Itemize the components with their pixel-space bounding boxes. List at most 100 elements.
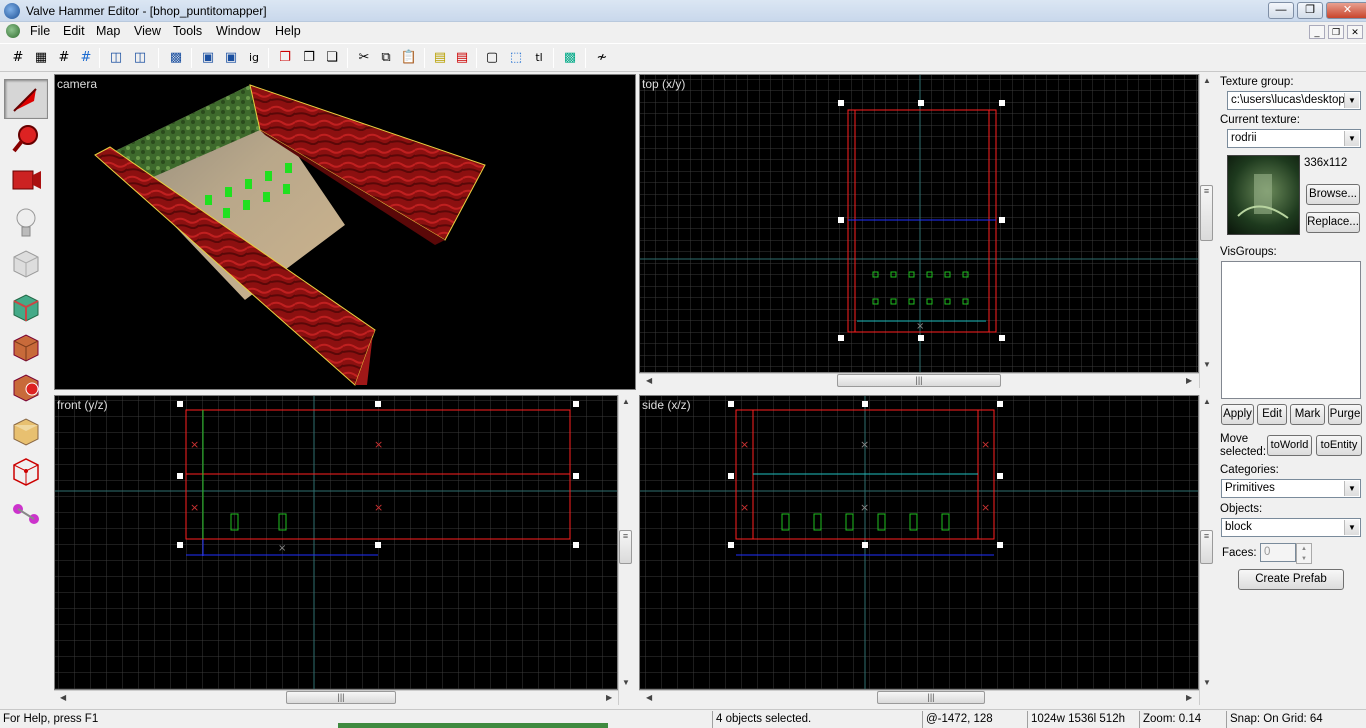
top-vscroll-thumb[interactable]: ≡ bbox=[1200, 185, 1213, 241]
block-tool[interactable] bbox=[4, 243, 48, 283]
text-tool-icon[interactable]: tl bbox=[529, 48, 549, 68]
run-map-icon[interactable]: ▩ bbox=[560, 48, 580, 68]
side-vscroll-thumb[interactable]: ≡ bbox=[1200, 530, 1213, 564]
selection-tool[interactable] bbox=[4, 79, 48, 119]
browse-button[interactable]: Browse... bbox=[1306, 184, 1360, 205]
svg-text:×: × bbox=[374, 501, 383, 514]
camera-viewport[interactable]: camera bbox=[54, 74, 636, 390]
to-world-button[interactable]: toWorld bbox=[1267, 435, 1312, 456]
document-icon[interactable] bbox=[6, 24, 20, 38]
texture-preview[interactable] bbox=[1227, 155, 1300, 235]
visgroups-list[interactable] bbox=[1221, 261, 1361, 399]
doc-close-button[interactable]: ✕ bbox=[1347, 25, 1363, 39]
texture-scale-lock-icon[interactable]: ▤ bbox=[452, 48, 472, 68]
visgroups-label: VisGroups: bbox=[1220, 246, 1277, 258]
decal-tool[interactable] bbox=[4, 367, 48, 407]
group-icon[interactable]: ◫ bbox=[106, 48, 126, 68]
scroll-up-arrow-icon[interactable]: ▲ bbox=[1203, 397, 1211, 406]
objects-select[interactable]: block ▼ bbox=[1221, 518, 1361, 537]
clip-icon bbox=[13, 458, 39, 486]
top-hscroll-thumb[interactable]: ||| bbox=[837, 374, 1001, 387]
mark-button[interactable]: Mark bbox=[1290, 404, 1325, 425]
scroll-up-arrow-icon[interactable]: ▲ bbox=[622, 397, 630, 406]
hide-selected-icon[interactable]: ▣ bbox=[198, 48, 218, 68]
menu-help[interactable]: Help bbox=[275, 24, 301, 38]
smaller-grid-icon[interactable]: # bbox=[54, 48, 74, 68]
larger-grid-icon[interactable]: # bbox=[76, 48, 96, 68]
clip-icon[interactable]: ❏ bbox=[322, 48, 342, 68]
grid-3d-icon[interactable]: ▦ bbox=[31, 48, 51, 68]
create-prefab-button[interactable]: Create Prefab bbox=[1238, 569, 1344, 590]
to-entity-button[interactable]: toEntity bbox=[1316, 435, 1362, 456]
replace-button[interactable]: Replace... bbox=[1306, 212, 1360, 233]
edit-button[interactable]: Edit bbox=[1257, 404, 1287, 425]
purge-button[interactable]: Purge bbox=[1328, 404, 1362, 425]
scroll-left-arrow-icon[interactable]: ◀ bbox=[646, 693, 652, 702]
faces-input[interactable]: 0 bbox=[1260, 543, 1296, 562]
categories-select[interactable]: Primitives ▼ bbox=[1221, 479, 1361, 498]
menu-tools[interactable]: Tools bbox=[173, 24, 202, 38]
menu-edit[interactable]: Edit bbox=[63, 24, 85, 38]
front-viewport[interactable]: × × × × × front (y/z) bbox=[54, 395, 618, 690]
top-viewport[interactable]: × top (x/y) bbox=[639, 74, 1199, 373]
scroll-right-arrow-icon[interactable]: ▶ bbox=[1186, 376, 1192, 385]
current-texture-value: rodrii bbox=[1231, 132, 1257, 144]
tie-to-entity-icon[interactable]: ▩ bbox=[166, 48, 186, 68]
menu-file[interactable]: File bbox=[30, 24, 50, 38]
decal-icon bbox=[13, 374, 39, 402]
side-hscroll-thumb[interactable]: ||| bbox=[877, 691, 985, 704]
texture-lock-icon[interactable]: ▤ bbox=[430, 48, 450, 68]
doc-restore-button[interactable]: ❐ bbox=[1328, 25, 1344, 39]
ignore-groups-icon[interactable]: ig bbox=[244, 48, 264, 68]
carve-icon[interactable]: ❐ bbox=[275, 48, 295, 68]
top-grid: × bbox=[640, 75, 1198, 372]
entity-report-icon[interactable]: ≁ bbox=[592, 48, 612, 68]
menu-window[interactable]: Window bbox=[216, 24, 260, 38]
faces-spinner[interactable]: ▲ ▼ bbox=[1296, 543, 1312, 564]
ungroup-icon[interactable]: ◫ bbox=[130, 48, 150, 68]
maximize-button[interactable]: ❐ bbox=[1297, 2, 1323, 19]
scroll-down-arrow-icon[interactable]: ▼ bbox=[622, 678, 630, 687]
make-hollow-icon[interactable]: ❐ bbox=[299, 48, 319, 68]
objects-label: Objects: bbox=[1220, 503, 1263, 515]
front-grid: × × × × × bbox=[55, 396, 617, 689]
clipping-tool[interactable] bbox=[4, 451, 48, 491]
path-tool[interactable] bbox=[4, 495, 48, 535]
front-hscroll-thumb[interactable]: ||| bbox=[286, 691, 396, 704]
show-all-icon[interactable]: ▣ bbox=[221, 48, 241, 68]
scroll-left-arrow-icon[interactable]: ◀ bbox=[60, 693, 66, 702]
doc-minimize-button[interactable]: _ bbox=[1309, 25, 1325, 39]
front-vscroll-thumb[interactable]: ≡ bbox=[619, 530, 632, 564]
toggle-texture-app-tool[interactable] bbox=[4, 287, 48, 327]
selection-box-icon[interactable]: ▢ bbox=[482, 48, 502, 68]
entity-tool[interactable] bbox=[4, 203, 48, 243]
hammer-app-icon bbox=[4, 3, 20, 19]
toggle-grid-icon[interactable]: # bbox=[8, 48, 28, 68]
scroll-down-arrow-icon[interactable]: ▼ bbox=[1203, 678, 1211, 687]
close-button[interactable]: ✕ bbox=[1326, 2, 1366, 19]
scroll-down-arrow-icon[interactable]: ▼ bbox=[1203, 360, 1211, 369]
overlay-tool[interactable] bbox=[4, 411, 48, 451]
scroll-up-arrow-icon[interactable]: ▲ bbox=[1203, 76, 1211, 85]
select-by-handles-icon[interactable]: ⬚ bbox=[506, 48, 526, 68]
cut-icon[interactable]: ✂ bbox=[354, 48, 374, 68]
overlay-icon bbox=[13, 418, 39, 446]
scroll-right-arrow-icon[interactable]: ▶ bbox=[1186, 693, 1192, 702]
categories-value: Primitives bbox=[1225, 482, 1275, 494]
camera-tool[interactable] bbox=[4, 159, 48, 199]
scroll-left-arrow-icon[interactable]: ◀ bbox=[646, 376, 652, 385]
menu-view[interactable]: View bbox=[134, 24, 161, 38]
copy-icon[interactable]: ⧉ bbox=[376, 48, 396, 68]
viewport-label: front (y/z) bbox=[57, 398, 108, 412]
scroll-right-arrow-icon[interactable]: ▶ bbox=[606, 693, 612, 702]
paste-icon[interactable]: 📋 bbox=[399, 48, 419, 68]
apply-button[interactable]: Apply bbox=[1221, 404, 1254, 425]
minimize-button[interactable]: — bbox=[1268, 2, 1294, 19]
side-viewport[interactable]: × × × × × × side (x/z) bbox=[639, 395, 1199, 690]
apply-texture-tool[interactable] bbox=[4, 327, 48, 367]
texture-group-select[interactable]: c:\users\lucas\desktop\ ▼ bbox=[1227, 91, 1361, 110]
current-texture-select[interactable]: rodrii ▼ bbox=[1227, 129, 1361, 148]
magnify-tool[interactable] bbox=[4, 119, 48, 159]
dropdown-arrow-icon: ▼ bbox=[1344, 93, 1359, 108]
menu-map[interactable]: Map bbox=[96, 24, 120, 38]
